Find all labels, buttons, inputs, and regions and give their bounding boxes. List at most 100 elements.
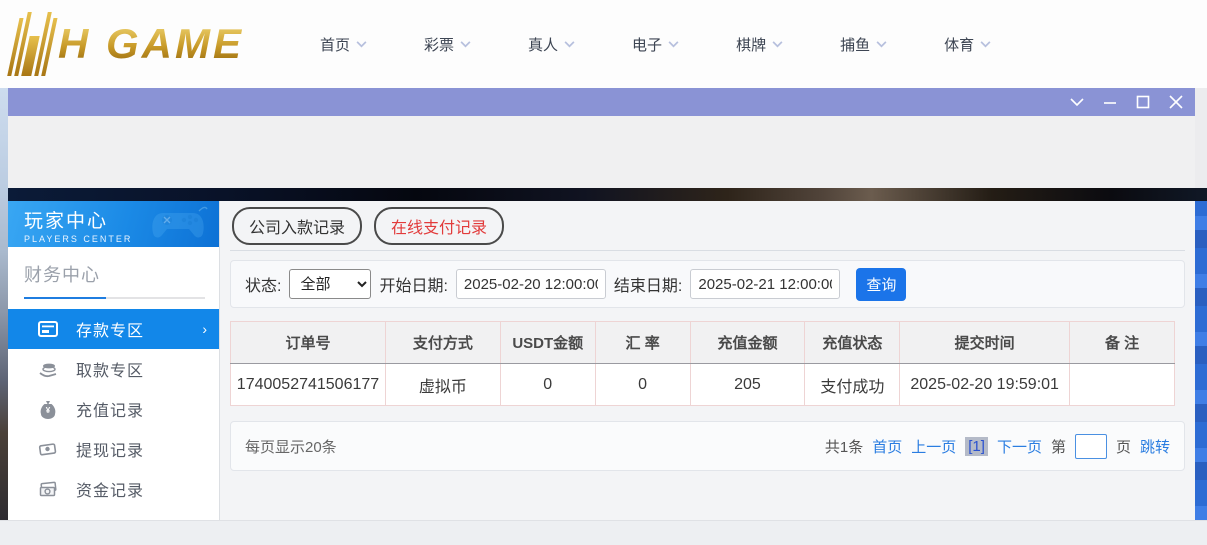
query-button[interactable]: 查询 [856,268,906,301]
sidebar-divider [24,297,205,299]
sidebar-item-label: 存款专区 [76,317,144,341]
sidebar-menu: 存款专区 › 取款专区 ¥ 充值记录 提现记录 资金记录 [8,309,219,520]
sidebar: 玩家中心 PLAYERS CENTER 财务中心 存款专区 › [8,201,220,520]
main-nav: 首页 彩票 真人 电子 棋牌 捕鱼 [320,0,991,88]
per-page-label: 每页显示20条 [245,436,337,457]
nav-item-lottery[interactable]: 彩票 [424,34,471,55]
sidebar-header: 玩家中心 PLAYERS CENTER [8,201,219,247]
col-recharge-amount: 充值金额 [690,322,805,364]
cell-order-id: 1740052741506177 [231,364,386,406]
nav-label: 首页 [320,34,350,55]
tabs-row: 公司入款记录 在线支付记录 [230,201,1185,251]
status-label: 状态: [245,272,281,296]
sidebar-item-withdraw[interactable]: 取款专区 [8,349,219,389]
chevron-right-icon: › [202,321,207,337]
logo-text: H GAME [58,20,244,68]
minimize-icon[interactable] [1103,95,1117,109]
end-date-label: 结束日期: [614,272,682,296]
chevron-down-icon [876,41,887,48]
background-blue-fragment [1195,190,1207,520]
cell-recharge-amount: 205 [690,364,805,406]
next-page-link[interactable]: 下一页 [997,436,1042,457]
nav-label: 真人 [528,34,558,55]
titlebar-controls [1070,88,1183,116]
jump-button[interactable]: 跳转 [1140,436,1170,457]
sidebar-item-label: 资金记录 [76,477,144,501]
nav-item-chess[interactable]: 棋牌 [736,34,783,55]
col-order-id: 订单号 [231,322,386,364]
records-table: 订单号 支付方式 USDT金额 汇 率 充值金额 充值状态 提交时间 备 注 1… [230,321,1175,406]
nav-item-fishing[interactable]: 捕鱼 [840,34,887,55]
col-remark: 备 注 [1070,322,1175,364]
logo-bars [7,12,59,76]
cell-exchange-rate: 0 [595,364,690,406]
col-payment-method: 支付方式 [385,322,500,364]
cell-submit-time: 2025-02-20 19:59:01 [900,364,1070,406]
nav-item-live[interactable]: 真人 [528,34,575,55]
background-left-edge [0,88,8,520]
logo[interactable]: H GAME [14,10,244,78]
sidebar-item-label: 提现记录 [76,437,144,461]
close-icon[interactable] [1169,95,1183,109]
filter-panel: 状态: 全部 开始日期: 结束日期: 查询 [230,260,1185,308]
cell-remark [1070,364,1175,406]
withdraw-hand-icon [38,359,58,379]
sidebar-section-title: 财务中心 [8,247,219,287]
svg-text:¥: ¥ [46,406,51,415]
jump-page-input[interactable] [1075,434,1107,459]
sidebar-item-recharge-records[interactable]: ¥ 充值记录 [8,389,219,429]
nav-label: 彩票 [424,34,454,55]
gamepad-icon [149,205,211,245]
sidebar-item-label: 取款专区 [76,357,144,381]
tab-company-deposit-records[interactable]: 公司入款记录 [232,207,362,245]
titlebar-chevron-icon[interactable] [1070,95,1084,109]
start-date-input[interactable] [456,269,606,299]
chevron-down-icon [772,41,783,48]
nav-label: 电子 [632,34,662,55]
moneybag-icon: ¥ [38,399,58,419]
window-titlebar [8,88,1195,116]
banknotes-icon [38,479,58,499]
tab-online-payment-records[interactable]: 在线支付记录 [374,207,504,245]
table-header-row: 订单号 支付方式 USDT金额 汇 率 充值金额 充值状态 提交时间 备 注 [231,322,1175,364]
pagination-panel: 每页显示20条 共1条 首页 上一页 [1] 下一页 第 页 跳转 [230,421,1185,471]
screen: H GAME 首页 彩票 真人 电子 棋牌 [0,0,1207,545]
chevron-down-icon [980,41,991,48]
nav-item-home[interactable]: 首页 [320,34,367,55]
nav-item-slots[interactable]: 电子 [632,34,679,55]
first-page-link[interactable]: 首页 [872,436,902,457]
cell-recharge-status: 支付成功 [805,364,900,406]
sidebar-item-withdrawal-records[interactable]: 提现记录 [8,429,219,469]
sidebar-item-deposit[interactable]: 存款专区 › [8,309,219,349]
content: 玩家中心 PLAYERS CENTER 财务中心 存款专区 › [8,201,1195,520]
start-date-label: 开始日期: [379,272,447,296]
pager-controls: 共1条 首页 上一页 [1] 下一页 第 页 跳转 [825,434,1170,459]
cell-payment-method: 虚拟币 [385,364,500,406]
background-window-edge [1195,88,1207,520]
maximize-icon[interactable] [1136,95,1150,109]
status-select[interactable]: 全部 [289,269,371,299]
cell-usdt-amount: 0 [500,364,595,406]
end-date-input[interactable] [690,269,840,299]
chevron-down-icon [564,41,575,48]
main-panel: 公司入款记录 在线支付记录 状态: 全部 开始日期: 结束日期: 查询 订单号 [220,201,1195,520]
prev-page-link[interactable]: 上一页 [911,436,956,457]
background-bottom-strip [0,520,1207,545]
jump-prefix: 第 [1051,436,1066,457]
wallet-icon [38,439,58,459]
col-usdt-amount: USDT金额 [500,322,595,364]
sidebar-item-label: 充值记录 [76,397,144,421]
current-page[interactable]: [1] [965,437,988,456]
sidebar-item-lottery-bet-details[interactable]: 彩票下注明细 [8,509,219,520]
total-count: 共1条 [825,436,863,457]
sidebar-item-fund-records[interactable]: 资金记录 [8,469,219,509]
chevron-down-icon [356,41,367,48]
nav-label: 体育 [944,34,974,55]
nav-item-sports[interactable]: 体育 [944,34,991,55]
deposit-card-icon [38,319,58,339]
site-header: H GAME 首页 彩票 真人 电子 棋牌 [0,0,1207,88]
window-empty-area [8,116,1195,188]
nav-label: 棋牌 [736,34,766,55]
table-row: 1740052741506177 虚拟币 0 0 205 支付成功 2025-0… [231,364,1175,406]
col-recharge-status: 充值状态 [805,322,900,364]
